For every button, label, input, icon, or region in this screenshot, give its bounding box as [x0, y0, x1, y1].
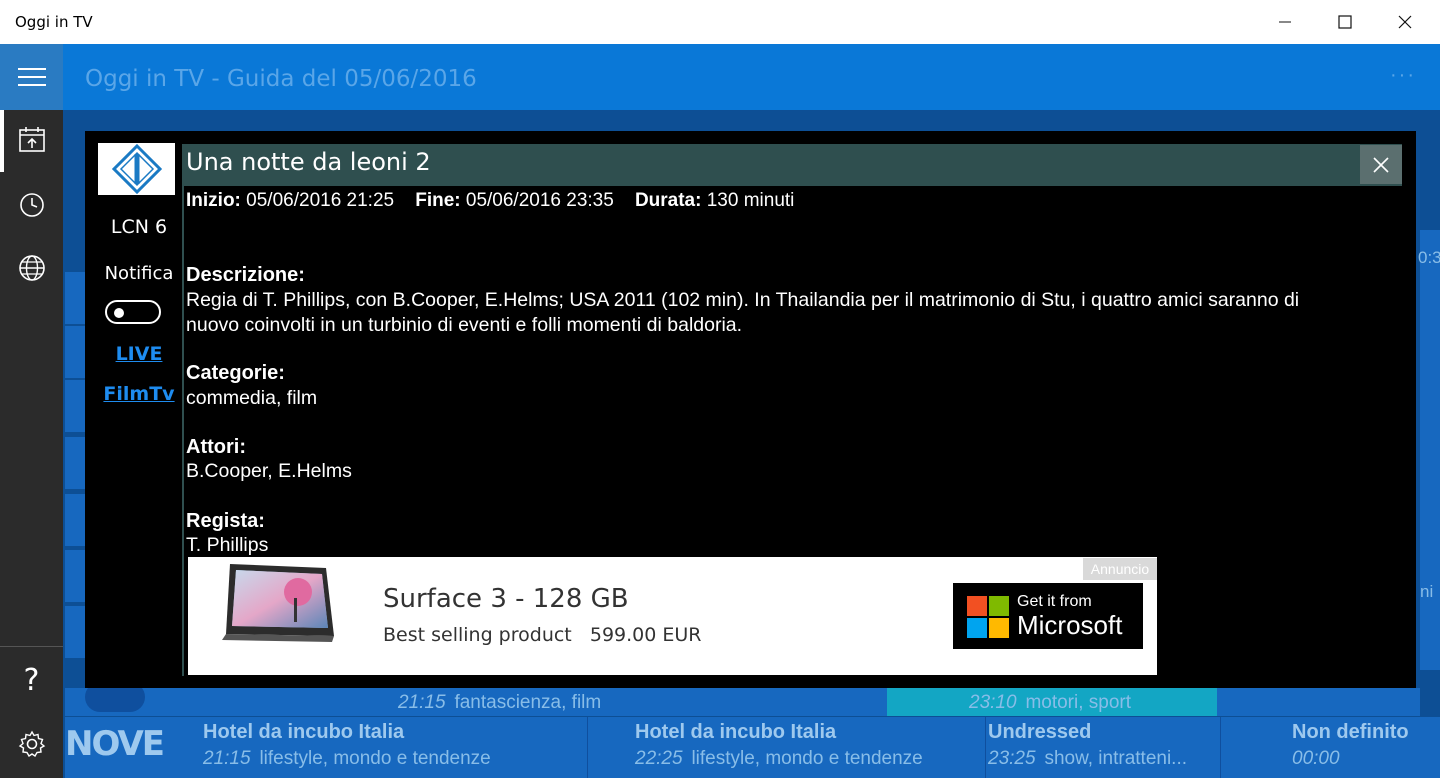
- hamburger-menu-button[interactable]: [0, 44, 63, 110]
- description-line: Regia di T. Phillips, con B.Cooper, E.He…: [186, 289, 1300, 311]
- program-time: 21:15: [203, 748, 251, 769]
- duration-label: Durata:: [634, 190, 702, 211]
- nav-divider: [0, 646, 63, 647]
- guide-edge-text: 0:3: [1418, 248, 1440, 267]
- live-link[interactable]: LIVE: [98, 343, 180, 365]
- program-time: 00:00: [1292, 748, 1340, 769]
- actors-value: B.Cooper, E.Helms: [186, 460, 352, 482]
- guide-edge: [1420, 230, 1440, 670]
- start-label: Inizio:: [186, 190, 241, 211]
- program-title: Undressed: [988, 721, 1092, 743]
- channel-lcn: LCN 6: [110, 216, 168, 238]
- notify-toggle[interactable]: [105, 300, 161, 324]
- duration-value: 130 minuti: [706, 190, 795, 211]
- start-value: 05/06/2016 21:25: [246, 190, 395, 211]
- guide-program[interactable]: Hotel da incubo Italia 22:25 lifestyle, …: [635, 721, 923, 770]
- program-times: Inizio: 05/06/2016 21:25 Fine: 05/06/201…: [186, 190, 794, 212]
- program-title: Hotel da incubo Italia: [203, 721, 405, 743]
- calendar-icon: [18, 127, 45, 152]
- program-title: Hotel da incubo Italia: [635, 721, 837, 743]
- actors-label: Attori:: [186, 436, 246, 458]
- content-divider: [182, 186, 184, 676]
- italia1-logo-icon: [111, 144, 162, 194]
- close-dialog-button[interactable]: [1360, 145, 1402, 184]
- nav-item-channels[interactable]: [0, 238, 63, 298]
- program-category: motori, sport: [1025, 692, 1132, 713]
- minimize-icon: [1279, 21, 1291, 23]
- guide-program[interactable]: 23:10 motori, sport: [969, 692, 1131, 714]
- microsoft-logo-icon: [967, 596, 1009, 638]
- program-category: lifestyle, mondo e tendenze: [259, 748, 491, 769]
- channel-logo: [85, 682, 145, 716]
- director-label: Regista:: [186, 510, 265, 532]
- program-time: 22:25: [635, 748, 683, 769]
- nav-item-settings[interactable]: [0, 714, 63, 774]
- badge-line2: Microsoft: [1017, 610, 1123, 640]
- end-value: 05/06/2016 23:35: [465, 190, 614, 211]
- globe-icon: [18, 255, 45, 281]
- program-time: 23:10: [969, 692, 1017, 713]
- channel-logo: [98, 143, 175, 195]
- program-category: fantascienza, film: [454, 692, 602, 713]
- notify-label: Notifica: [104, 263, 174, 284]
- program-title: Una notte da leoni 2: [186, 148, 431, 176]
- window-title: Oggi in TV: [15, 13, 93, 31]
- guide-program[interactable]: Hotel da incubo Italia 21:15 lifestyle, …: [203, 721, 491, 770]
- nav-item-help[interactable]: ?: [0, 650, 63, 710]
- program-category: show, intratteni...: [1044, 748, 1188, 769]
- nav-item-now[interactable]: [0, 175, 63, 235]
- program-time: 23:25: [988, 748, 1036, 769]
- close-icon: [1398, 15, 1412, 29]
- maximize-icon: [1338, 15, 1352, 29]
- categories-label: Categorie:: [186, 362, 285, 384]
- guide-program[interactable]: Non definito 00:00: [1292, 721, 1409, 770]
- hamburger-icon: [17, 68, 46, 70]
- program-category: lifestyle, mondo e tendenze: [691, 748, 923, 769]
- program-title: Non definito: [1292, 721, 1409, 743]
- clock-icon: [19, 193, 44, 217]
- description-line: nuovo coinvolti in un turbinio di eventi…: [186, 314, 743, 336]
- page-title: Oggi in TV - Guida del 05/06/2016: [85, 66, 477, 92]
- guide-program[interactable]: Undressed 23:25 show, intratteni...: [988, 721, 1187, 770]
- guide-program[interactable]: 21:15 fantascienza, film: [398, 692, 601, 714]
- description-label: Descrizione:: [186, 264, 305, 286]
- close-icon: [1373, 156, 1389, 173]
- nav-item-guide[interactable]: [0, 110, 63, 170]
- filmtv-link[interactable]: FilmTv: [98, 383, 180, 405]
- end-label: Fine:: [415, 190, 461, 211]
- help-icon: ?: [23, 662, 40, 698]
- ad-title: Surface 3 - 128 GB: [383, 584, 629, 614]
- badge-line1: Get it from: [1017, 593, 1092, 610]
- ad-tag: Annuncio: [1083, 558, 1157, 580]
- maximize-button[interactable]: [1315, 0, 1375, 44]
- channel-logo-nove: NOVE: [65, 724, 165, 764]
- ad-subtitle: Best selling product 599.00 EUR: [383, 624, 702, 646]
- gear-icon: [18, 730, 45, 757]
- guide-edge-text: ni: [1420, 582, 1434, 601]
- director-value: T. Phillips: [186, 534, 269, 556]
- close-window-button[interactable]: [1375, 0, 1435, 44]
- surface-tablet-image: [222, 562, 340, 651]
- minimize-button[interactable]: [1255, 0, 1315, 44]
- window-titlebar: [0, 0, 1440, 44]
- categories-value: commedia, film: [186, 387, 318, 409]
- more-options-button[interactable]: ···: [1390, 64, 1416, 87]
- program-time: 21:15: [398, 692, 446, 713]
